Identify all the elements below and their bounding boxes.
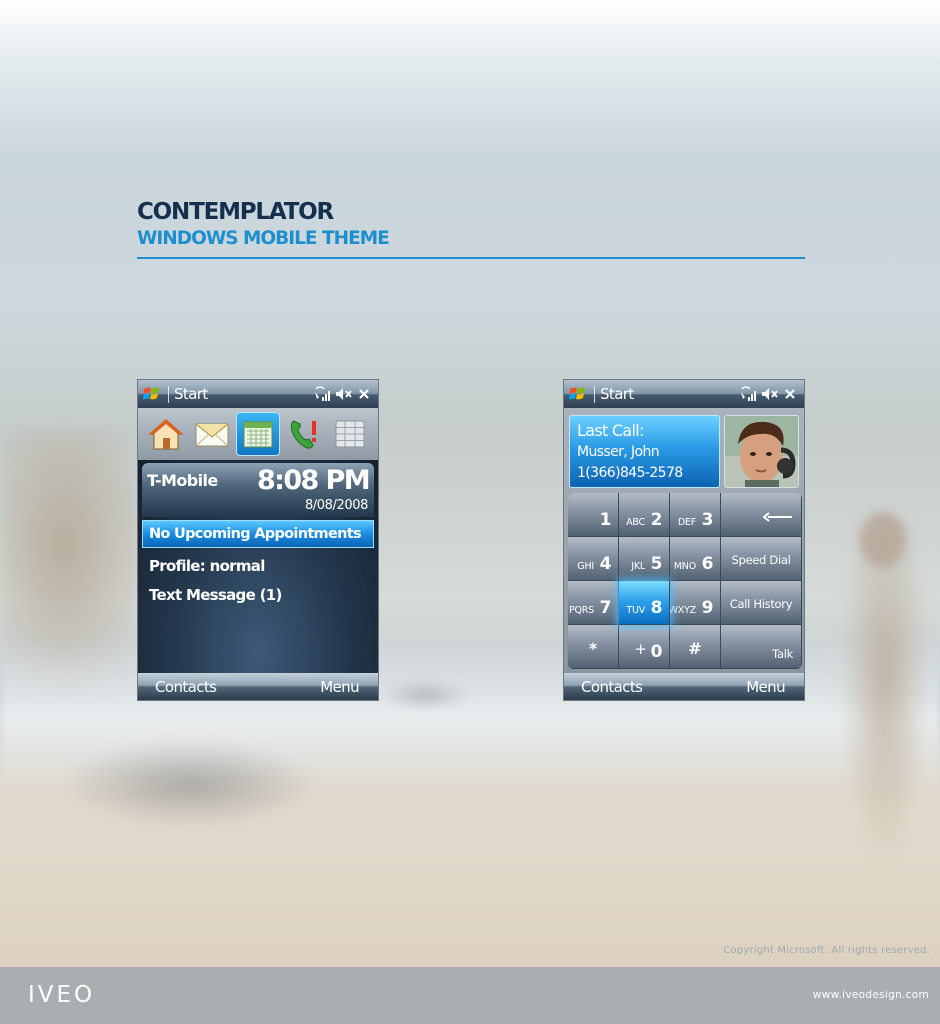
speed-dial-label: Speed Dial [731, 553, 791, 567]
signal-icon[interactable] [739, 386, 757, 402]
close-icon[interactable] [357, 387, 371, 401]
dial-keypad: 1 ABC 2 DEF 3 GHI 4 JKL 5 MNO 6 Speed Di… [568, 493, 802, 669]
today-icon-strip [138, 408, 378, 460]
status-icons [313, 386, 378, 402]
key-hash[interactable]: # [670, 625, 721, 669]
key-1[interactable]: 1 [568, 493, 619, 537]
background-cliff [0, 430, 160, 720]
start-label[interactable]: Start [174, 385, 208, 403]
speed-dial-key[interactable]: Speed Dial [721, 537, 802, 581]
footer-bar: IVEO www.iveodesign.com [0, 967, 940, 1024]
copyright-notice: Copyright Microsoft. All rights reserved… [723, 945, 930, 956]
key-3[interactable]: DEF 3 [670, 493, 721, 537]
key-2-digit: 2 [650, 510, 663, 530]
softkey-bar: Contacts Menu [138, 673, 378, 700]
calendar-icon[interactable] [236, 412, 280, 456]
key-8-letters: TUV [626, 605, 645, 616]
talk-label: Talk [772, 647, 793, 661]
key-4-digit: 4 [599, 554, 612, 574]
key-7-digit: 7 [599, 598, 612, 618]
titlebar-separator [594, 385, 595, 403]
brand-title: CONTEMPLATOR [137, 199, 334, 225]
key-8[interactable]: TUV 8 [619, 581, 670, 625]
last-call-name: Musser, John [577, 444, 660, 460]
backspace-key[interactable] [721, 493, 802, 537]
background-rock [60, 740, 320, 830]
text-message-item[interactable]: Text Message (1) [149, 586, 282, 604]
key-6-letters: MNO [673, 561, 696, 572]
softkey-contacts[interactable]: Contacts [155, 678, 217, 696]
volume-mute-icon[interactable] [761, 387, 779, 401]
close-icon[interactable] [783, 387, 797, 401]
softkey-menu[interactable]: Menu [746, 678, 785, 696]
today-panel: T-Mobile 8:08 PM 8/08/2008 No Upcoming A… [138, 460, 378, 674]
key-7[interactable]: PQRS 7 [568, 581, 619, 625]
key-3-letters: DEF [677, 517, 696, 528]
mail-icon[interactable] [190, 412, 234, 456]
profile-item[interactable]: Profile: normal [149, 557, 265, 575]
key-6-digit: 6 [701, 554, 714, 574]
call-history-key[interactable]: Call History [721, 581, 802, 625]
home-icon[interactable] [144, 412, 188, 456]
status-icons [739, 386, 804, 402]
key-hash-symbol: # [688, 639, 702, 658]
key-9[interactable]: WXYZ 9 [668, 581, 721, 625]
softkey-menu[interactable]: Menu [320, 678, 359, 696]
softkey-contacts[interactable]: Contacts [581, 678, 643, 696]
storage-icon[interactable] [328, 412, 372, 456]
call-history-label: Call History [729, 597, 793, 611]
key-8-digit: 8 [650, 598, 663, 618]
key-0-digit: 0 [650, 642, 663, 662]
key-6[interactable]: MNO 6 [670, 537, 721, 581]
phone-alert-icon[interactable] [282, 412, 326, 456]
background-person-head [860, 512, 906, 568]
phone-dialer-screen: Start Last Call: Musser, John 1(366)845-… [563, 379, 805, 701]
key-9-digit: 9 [701, 598, 714, 618]
key-5[interactable]: JKL 5 [619, 537, 670, 581]
clock-date[interactable]: 8/08/2008 [305, 498, 368, 513]
key-7-letters: PQRS [568, 605, 594, 616]
key-0-plus: + [634, 640, 647, 658]
titlebar: Start [138, 380, 378, 408]
footer-url[interactable]: www.iveodesign.com [813, 989, 929, 1001]
windows-flag-icon[interactable] [568, 384, 588, 404]
start-label[interactable]: Start [600, 385, 634, 403]
key-3-digit: 3 [701, 510, 714, 530]
backspace-arrow-icon [763, 512, 792, 522]
key-5-letters: JKL [631, 561, 645, 572]
carrier-clock-box: T-Mobile 8:08 PM 8/08/2008 [142, 463, 374, 517]
key-4[interactable]: GHI 4 [568, 537, 619, 581]
signal-icon[interactable] [313, 386, 331, 402]
key-star-symbol: * [588, 639, 598, 658]
key-1-digit: 1 [599, 510, 612, 530]
key-5-digit: 5 [650, 554, 663, 574]
carrier-name: T-Mobile [147, 471, 218, 490]
softkey-bar: Contacts Menu [564, 673, 804, 700]
talk-key[interactable]: Talk [721, 625, 802, 669]
key-2-letters: ABC [626, 517, 645, 528]
iveo-logo: IVEO [28, 982, 96, 1008]
last-call-title: Last Call: [577, 421, 644, 440]
contact-photo [724, 415, 799, 488]
key-star[interactable]: * [568, 625, 619, 669]
background-rock-small [380, 680, 470, 710]
phone-today-screen: Start T-Mobile 8:08 PM 8/08/2008 No Upco… [137, 379, 379, 701]
key-2[interactable]: ABC 2 [619, 493, 670, 537]
last-call-card[interactable]: Last Call: Musser, John 1(366)845-2578 [569, 415, 720, 488]
brand-divider [137, 257, 805, 259]
brand-subtitle: WINDOWS MOBILE THEME [137, 228, 390, 249]
clock-time[interactable]: 8:08 PM [257, 465, 371, 496]
volume-mute-icon[interactable] [335, 387, 353, 401]
last-call-number: 1(366)845-2578 [577, 465, 683, 481]
background-person [840, 520, 930, 870]
windows-flag-icon[interactable] [142, 384, 162, 404]
titlebar: Start [564, 380, 804, 408]
key-9-letters: WXYZ [668, 605, 697, 616]
appointments-item[interactable]: No Upcoming Appointments [142, 520, 374, 548]
brand-header: CONTEMPLATOR WINDOWS MOBILE THEME [137, 198, 805, 259]
key-4-letters: GHI [577, 561, 594, 572]
titlebar-separator [168, 385, 169, 403]
key-0[interactable]: + 0 [619, 625, 670, 669]
